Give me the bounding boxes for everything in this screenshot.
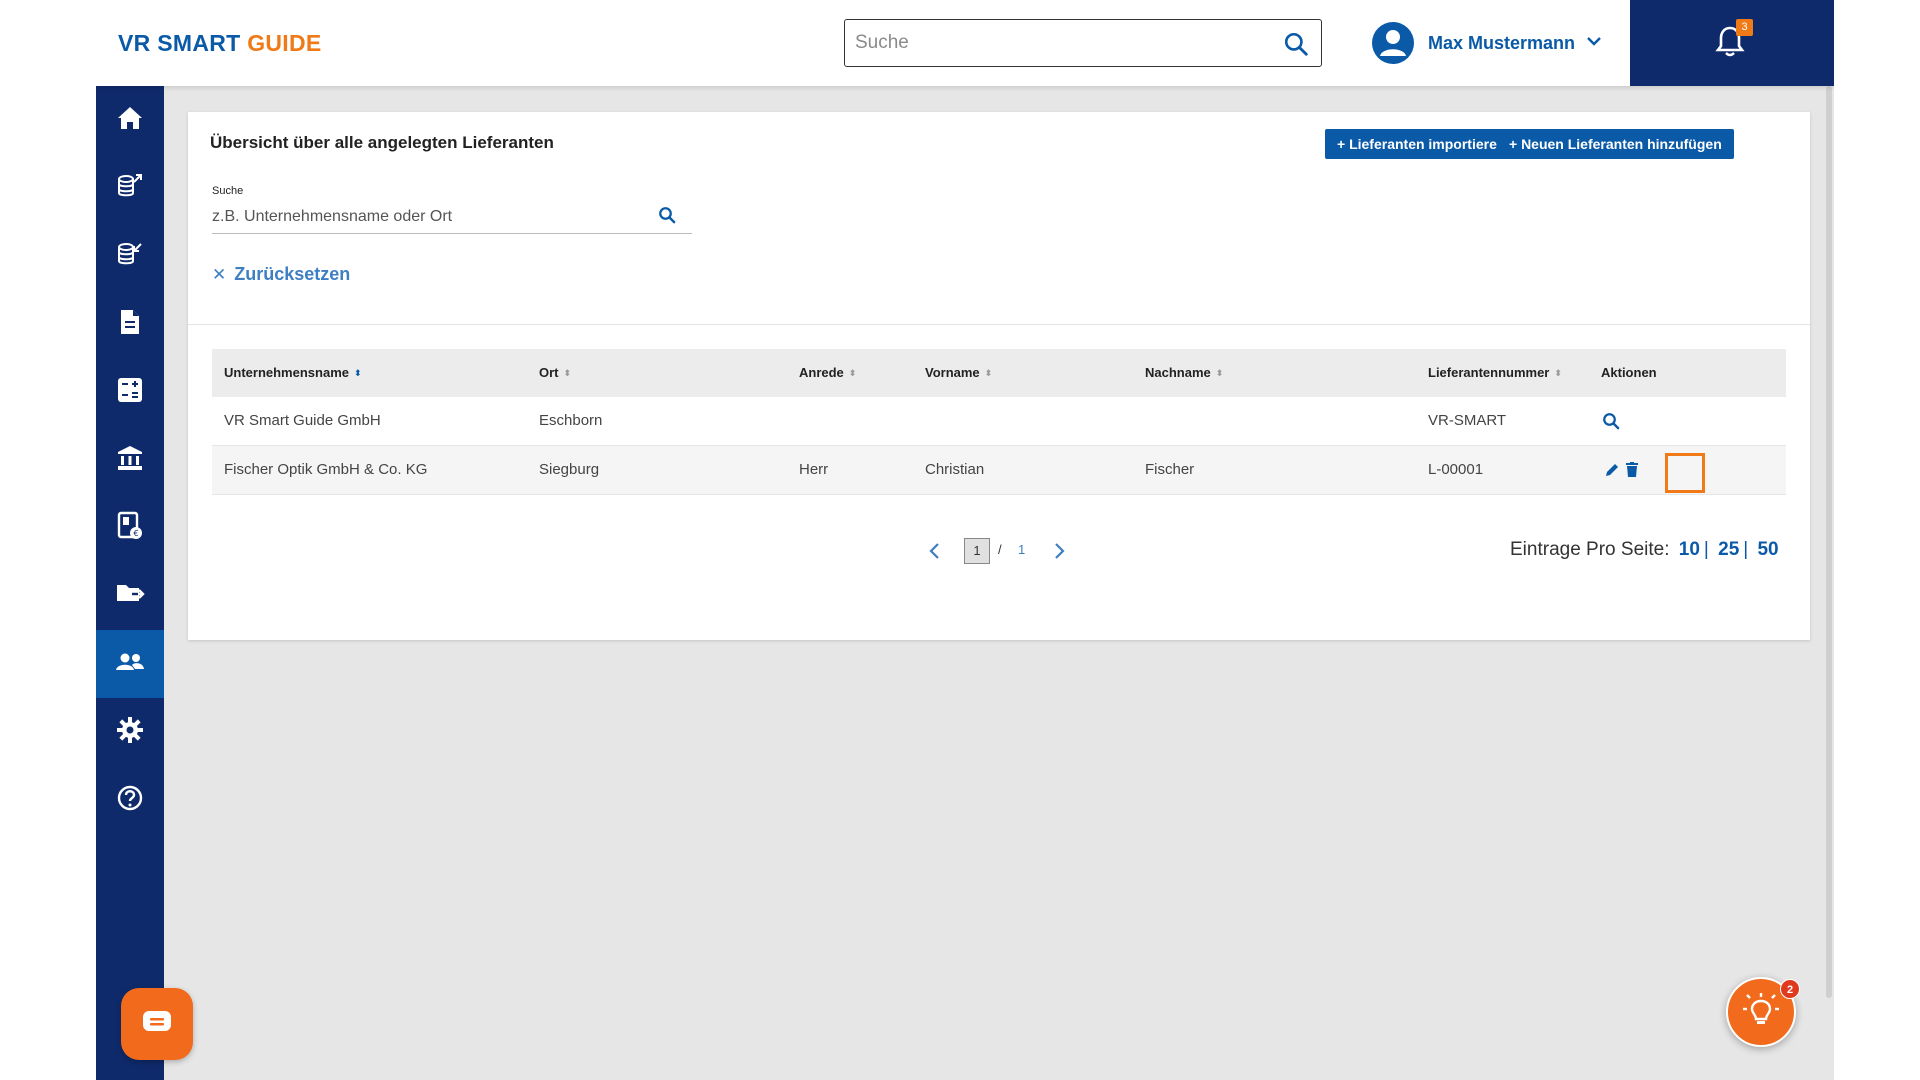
sidebar-item-calculator[interactable] xyxy=(96,358,164,426)
sidebar-item-receipts[interactable]: € xyxy=(96,494,164,562)
sort-icon: ⬍ xyxy=(1215,368,1224,379)
sidebar: € xyxy=(96,86,164,1080)
cell-salutation: Herr xyxy=(799,461,829,478)
column-header-city[interactable]: Ort ⬍ xyxy=(539,349,571,397)
user-menu[interactable]: Max Mustermann xyxy=(1372,22,1603,64)
global-search xyxy=(844,19,1322,67)
column-header-first-name[interactable]: Vorname ⬍ xyxy=(925,349,992,397)
incoming-invoices-icon xyxy=(116,240,144,273)
sidebar-item-help[interactable] xyxy=(96,766,164,834)
sort-icon: ⬍ xyxy=(563,368,572,379)
search-icon[interactable] xyxy=(658,206,676,229)
chevron-down-icon xyxy=(1585,32,1603,55)
page-title: Übersicht über alle angelegten Lieferant… xyxy=(210,133,554,152)
app-logo[interactable]: VR SMART GUIDE xyxy=(118,30,322,57)
cell-first-name: Christian xyxy=(925,461,985,478)
help-icon xyxy=(116,784,144,817)
highlight-box xyxy=(1665,453,1705,493)
view-icon[interactable] xyxy=(1602,412,1620,435)
sort-icon: ⬍ xyxy=(984,368,993,379)
users-icon xyxy=(115,650,145,679)
app-frame: VR SMART GUIDE Max Mustermann 3 xyxy=(96,0,1834,1080)
import-suppliers-button[interactable]: + Lieferanten importieren xyxy=(1325,129,1518,159)
search-icon[interactable] xyxy=(1283,31,1309,62)
home-icon xyxy=(116,105,144,136)
page-separator: / xyxy=(998,542,1002,557)
sidebar-item-bank[interactable] xyxy=(96,426,164,494)
cell-supplier-number: VR-SMART xyxy=(1428,412,1507,429)
receipts-icon: € xyxy=(116,511,144,546)
column-header-company[interactable]: Unternehmensname ⬍ xyxy=(224,349,362,397)
table-header: Unternehmensname ⬍ Ort ⬍ Anrede ⬍ Vorname ⬍ … xyxy=(212,349,1786,397)
lightbulb-icon xyxy=(1741,990,1781,1035)
edit-icon[interactable] xyxy=(1604,462,1620,483)
sidebar-item-outgoing-invoices[interactable] xyxy=(96,154,164,222)
entries-per-page: Eintrage Pro Seite: 10 | 25 | 50 xyxy=(1510,539,1779,560)
pagination: 1 / 1 Eintrage Pro Seite: 10 | 25 | 50 xyxy=(188,536,1810,566)
avatar-icon xyxy=(1372,22,1414,64)
sidebar-item-settings[interactable] xyxy=(96,698,164,766)
tips-badge: 2 xyxy=(1780,979,1800,999)
table-row: VR Smart Guide GmbH Eschborn VR-SMART xyxy=(212,397,1786,446)
add-supplier-button[interactable]: + Neuen Lieferanten hinzufügen xyxy=(1497,129,1734,159)
total-pages: 1 xyxy=(1018,542,1026,557)
cell-city: Siegburg xyxy=(539,461,600,478)
column-header-actions: Aktionen xyxy=(1601,365,1657,380)
notification-area: 3 xyxy=(1630,0,1834,86)
folder-export-icon xyxy=(115,581,145,612)
outgoing-invoices-icon xyxy=(116,172,144,205)
delete-icon[interactable] xyxy=(1626,462,1638,482)
bank-icon xyxy=(116,444,144,477)
user-name: Max Mustermann xyxy=(1428,32,1576,53)
reset-label: Zurücksetzen xyxy=(234,264,351,284)
calculator-icon xyxy=(116,376,144,409)
search-label: Suche xyxy=(212,185,244,197)
supplier-table: Unternehmensname ⬍ Ort ⬍ Anrede ⬍ Vorname ⬍ … xyxy=(212,349,1786,495)
chat-button[interactable] xyxy=(121,988,193,1060)
cell-supplier-number: L-00001 xyxy=(1428,461,1484,478)
sort-icon: ⬍ xyxy=(1554,368,1562,379)
supplier-search-input[interactable] xyxy=(212,208,642,226)
per-page-option-50[interactable]: 50 xyxy=(1757,539,1778,560)
current-page[interactable]: 1 xyxy=(964,538,990,564)
gear-icon xyxy=(116,716,144,749)
per-page-option-25[interactable]: 25 xyxy=(1718,539,1739,560)
column-header-supplier-number[interactable]: Lieferantennummer ⬍ xyxy=(1428,349,1562,397)
chat-icon xyxy=(141,1009,173,1040)
chevron-right-icon[interactable] xyxy=(1052,542,1066,565)
cell-company: Fischer Optik GmbH & Co. KG xyxy=(224,461,428,478)
sidebar-item-documents[interactable] xyxy=(96,290,164,358)
sidebar-item-home[interactable] xyxy=(96,86,164,154)
close-icon: ✕ xyxy=(212,264,227,284)
cell-city: Eschborn xyxy=(539,412,603,429)
supplier-overview-card: Übersicht über alle angelegten Lieferant… xyxy=(188,112,1810,640)
column-header-last-name[interactable]: Nachname ⬍ xyxy=(1145,349,1223,397)
cell-company: VR Smart Guide GmbH xyxy=(224,412,381,429)
scrollbar[interactable] xyxy=(1826,86,1832,998)
column-header-salutation[interactable]: Anrede ⬍ xyxy=(799,349,856,397)
per-page-label: Eintrage Pro Seite: xyxy=(1510,539,1670,560)
document-icon xyxy=(118,308,142,341)
svg-text:€: € xyxy=(133,529,138,538)
reset-filter-button[interactable]: ✕ Zurücksetzen xyxy=(212,264,350,285)
chevron-left-icon[interactable] xyxy=(928,542,942,565)
global-search-input[interactable] xyxy=(855,31,1255,55)
table-row: Fischer Optik GmbH & Co. KG Siegburg Her… xyxy=(212,446,1786,495)
sidebar-item-folder-export[interactable] xyxy=(96,562,164,630)
notification-badge: 3 xyxy=(1736,19,1753,36)
sort-icon: ⬍ xyxy=(353,368,362,379)
top-header: VR SMART GUIDE Max Mustermann 3 xyxy=(96,0,1834,86)
cell-last-name: Fischer xyxy=(1145,461,1195,478)
sort-icon: ⬍ xyxy=(848,368,857,379)
sidebar-item-incoming-invoices[interactable] xyxy=(96,222,164,290)
supplier-search xyxy=(212,202,692,234)
sidebar-item-suppliers[interactable] xyxy=(96,630,164,698)
per-page-option-10[interactable]: 10 xyxy=(1679,539,1700,560)
divider xyxy=(188,324,1810,325)
